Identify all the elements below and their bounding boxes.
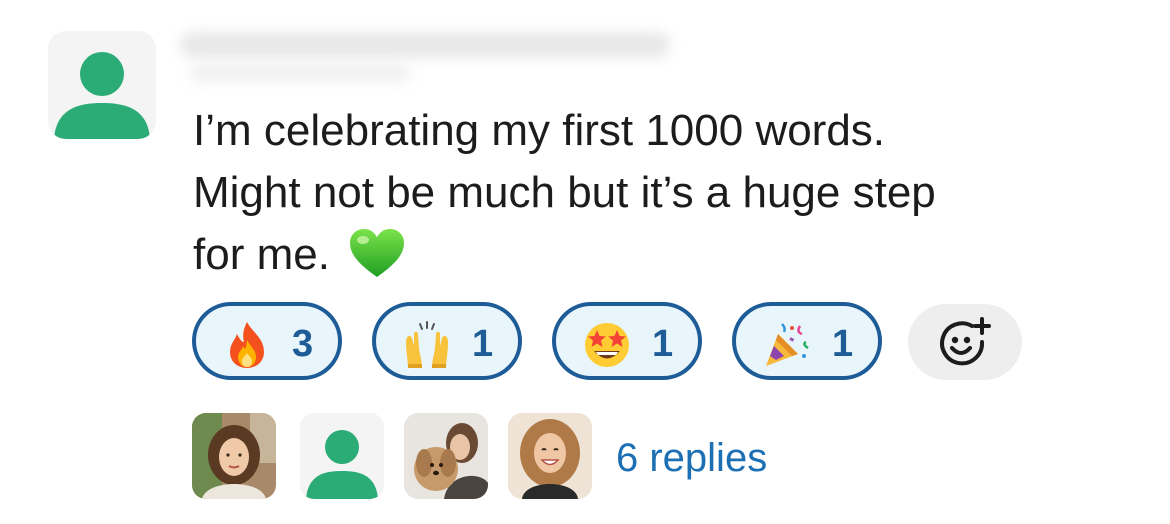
reaction-count: 3 — [292, 323, 314, 365]
message-line-2: Might not be much but it’s a huge step — [193, 168, 936, 217]
message-line-3: for me. — [193, 230, 330, 279]
user-placeholder-icon — [48, 31, 156, 139]
replies-count-link[interactable]: 6 replies — [616, 435, 767, 481]
reaction-raising-hands[interactable]: 1 — [372, 302, 522, 380]
reply-avatar-photo — [192, 413, 276, 499]
star-struck-icon — [585, 323, 629, 367]
reaction-count: 1 — [832, 323, 854, 365]
message-line-1: I’m celebrating my first 1000 words. — [193, 106, 886, 155]
blurred-author-name — [180, 22, 680, 92]
author-avatar[interactable] — [48, 31, 156, 139]
reaction-party-popper[interactable]: 1 — [732, 302, 882, 380]
green-heart-icon — [350, 229, 405, 277]
user-placeholder-icon — [300, 413, 384, 499]
reaction-star-struck[interactable]: 1 — [552, 302, 702, 380]
reaction-fire[interactable]: 3 — [192, 302, 342, 380]
reply-avatar-photo-with-dog — [404, 413, 488, 499]
reaction-count: 1 — [472, 323, 494, 365]
message-container: I’m celebrating my first 1000 words. Mig… — [0, 0, 1170, 524]
reply-avatar-placeholder — [300, 413, 384, 499]
message-body: I’m celebrating my first 1000 words. Mig… — [193, 100, 1093, 286]
raising-hands-icon — [406, 321, 448, 368]
reply-avatar-photo-2 — [508, 413, 592, 499]
reaction-count: 1 — [652, 323, 674, 365]
add-reaction-icon — [940, 317, 991, 366]
party-popper-icon — [766, 323, 809, 366]
fire-icon — [230, 322, 264, 368]
add-reaction-button[interactable] — [908, 304, 1022, 380]
